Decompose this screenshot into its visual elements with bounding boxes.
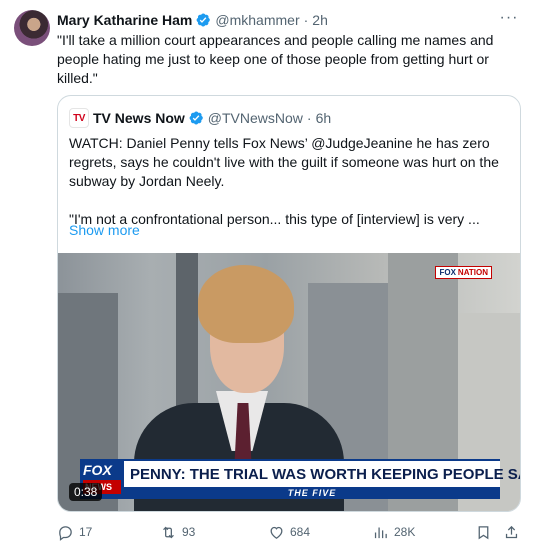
- repost-button[interactable]: 93: [160, 522, 195, 542]
- action-bar: 17 93 684 28K: [57, 522, 521, 542]
- like-button[interactable]: 684: [268, 522, 310, 542]
- quoted-author-name[interactable]: TV News Now: [93, 110, 185, 126]
- show-more-link[interactable]: Show more: [69, 222, 140, 238]
- verified-badge-icon: [189, 111, 203, 125]
- video-player[interactable]: FOX NATION FOX NEWS PENNY: THE TRIAL WAS…: [58, 253, 520, 511]
- network-bug-text-red: NATION: [457, 268, 488, 277]
- reply-button[interactable]: 17: [57, 522, 92, 542]
- verified-badge-icon: [196, 13, 211, 27]
- views-button[interactable]: 28K: [372, 522, 415, 542]
- repost-count: 93: [182, 525, 196, 539]
- bookmark-icon: [478, 525, 489, 539]
- reply-icon: [59, 525, 72, 541]
- network-logo-bug: FOX NATION: [435, 266, 492, 279]
- news-chyron: FOX NEWS PENNY: THE TRIAL WAS WORTH KEEP…: [80, 459, 520, 499]
- reply-count: 17: [79, 525, 93, 539]
- separator-dot: ·: [306, 110, 312, 126]
- bookmark-button[interactable]: [475, 522, 492, 542]
- tweet[interactable]: Mary Katharine Ham @mkhammer · 2h ··· "I…: [0, 0, 534, 553]
- separator-dot: ·: [303, 12, 309, 28]
- network-bug-text: FOX: [439, 268, 456, 277]
- tweet-time[interactable]: 2h: [312, 12, 328, 28]
- repost-icon: [163, 526, 174, 538]
- like-count: 684: [290, 525, 311, 539]
- chyron-headline: PENNY: THE TRIAL WAS WORTH KEEPING PEOPL…: [124, 459, 520, 487]
- author-name[interactable]: Mary Katharine Ham: [57, 12, 192, 28]
- more-options-icon[interactable]: ···: [498, 8, 520, 28]
- chyron-logo-text: FOX: [83, 462, 112, 478]
- quoted-tweet[interactable]: TV TV News Now @TVNewsNow · 6h WATCH: Da…: [57, 95, 521, 512]
- quoted-tweet-header: TV TV News Now @TVNewsNow · 6h: [69, 108, 331, 128]
- quoted-author-logo-text: TV: [73, 112, 85, 124]
- person-hair: [198, 265, 294, 343]
- quoted-tweet-paragraph-1: WATCH: Daniel Penny tells Fox News’ @Jud…: [69, 135, 499, 189]
- share-button[interactable]: [503, 522, 520, 542]
- tweet-header: Mary Katharine Ham @mkhammer · 2h: [57, 10, 520, 30]
- author-avatar[interactable]: [14, 10, 50, 46]
- author-handle[interactable]: @mkhammer: [215, 12, 299, 28]
- views-count: 28K: [394, 525, 416, 539]
- share-icon: [505, 525, 518, 538]
- quoted-author-avatar[interactable]: TV: [69, 108, 89, 128]
- chyron-show-name: THE FIVE: [124, 487, 500, 499]
- heart-icon: [270, 526, 283, 539]
- views-chart-icon: [374, 527, 387, 538]
- tweet-text: "I'll take a million court appearances a…: [57, 32, 494, 86]
- chyron-headline-text: PENNY: THE TRIAL WAS WORTH KEEPING PEOPL…: [130, 465, 520, 483]
- quoted-author-handle[interactable]: @TVNewsNow: [208, 110, 303, 126]
- video-duration: 0:38: [69, 483, 103, 501]
- quoted-tweet-time[interactable]: 6h: [316, 110, 332, 126]
